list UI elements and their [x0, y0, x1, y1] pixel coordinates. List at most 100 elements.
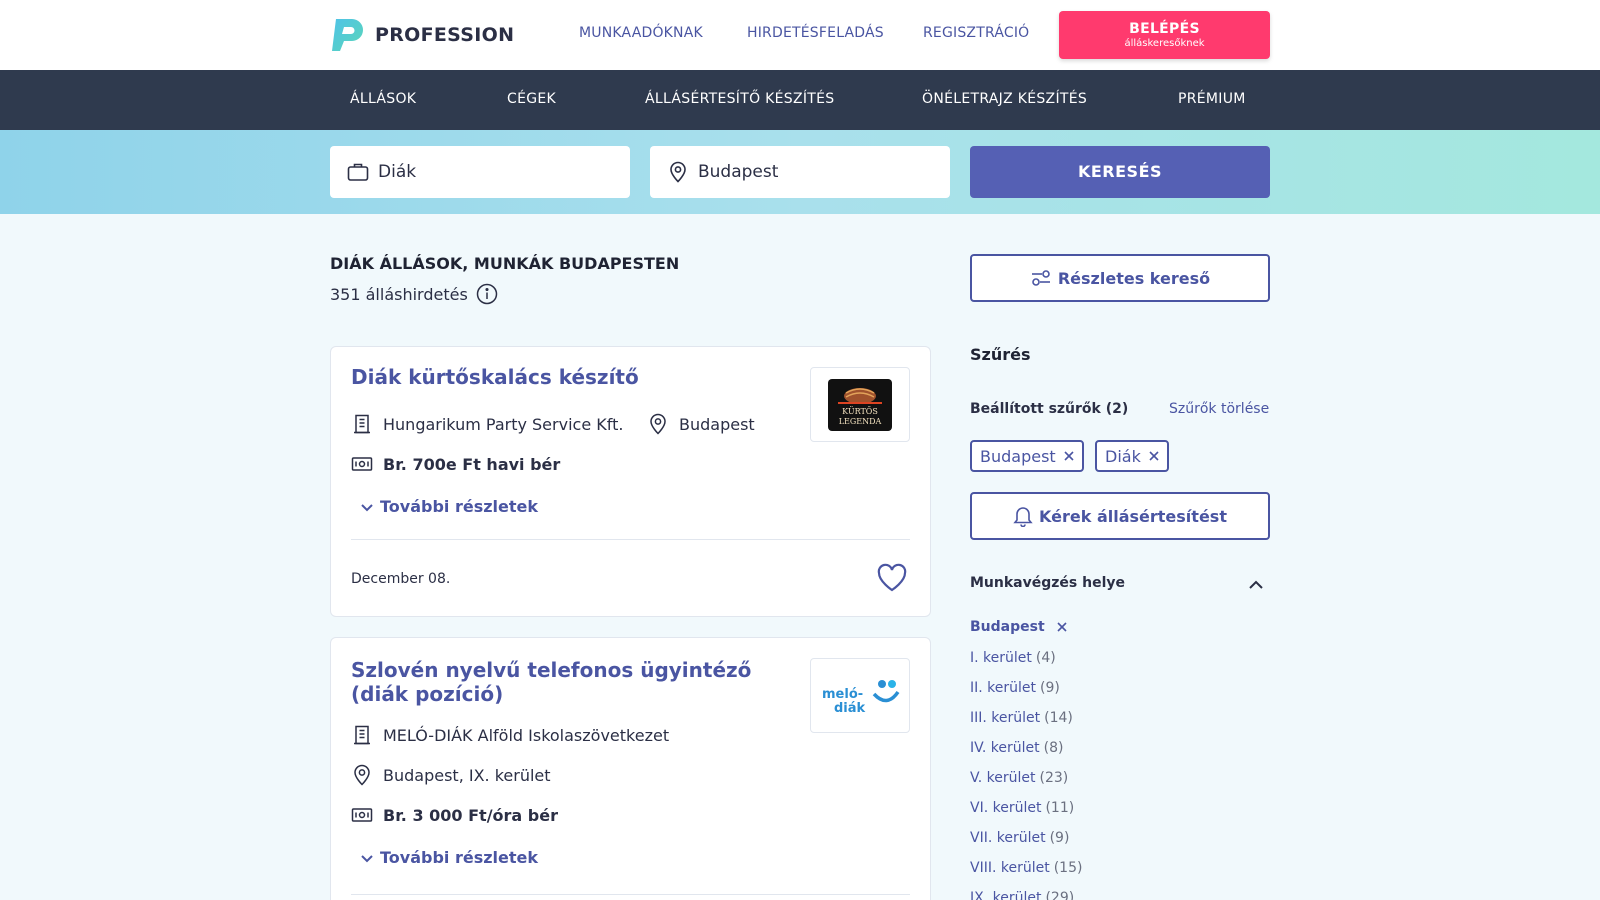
- close-icon[interactable]: [1149, 451, 1159, 461]
- card-divider: [351, 894, 910, 895]
- chip-label: Budapest: [980, 446, 1056, 466]
- detailed-search-label: Részletes kereső: [1057, 268, 1211, 288]
- login-button-sublabel: álláskeresőknek: [1124, 38, 1205, 49]
- district-name: III. kerület: [970, 710, 1041, 726]
- job-date: December 08.: [351, 571, 451, 587]
- nav-companies[interactable]: CÉGEK: [507, 91, 556, 107]
- close-icon[interactable]: [1057, 622, 1067, 632]
- money-icon: [351, 457, 373, 471]
- selected-location-label: Budapest: [970, 619, 1045, 635]
- location-row: Budapest: [647, 413, 755, 435]
- job-card[interactable]: Diák kürtőskalács készítő KÜRTŐS LEGENDA…: [330, 346, 931, 617]
- filter-title: Szűrés: [970, 345, 1031, 364]
- job-title[interactable]: Diák kürtőskalács készítő: [351, 365, 791, 389]
- district-count: (4): [1035, 650, 1056, 666]
- logo-text-top: KÜRTŐS: [842, 407, 878, 416]
- district-item[interactable]: VI. kerület (11): [970, 798, 1082, 828]
- district-count: (9): [1049, 830, 1070, 846]
- logo-text-bottom: LEGENDA: [839, 417, 882, 426]
- district-item[interactable]: IV. kerület (8): [970, 738, 1082, 768]
- more-details-link[interactable]: További részletek: [359, 497, 538, 516]
- chevron-down-icon: [361, 854, 373, 862]
- bell-icon: [1013, 507, 1033, 527]
- top-header: PROFESSION MUNKAADÓKNAK HIRDETÉSFELADÁS …: [0, 0, 1600, 70]
- filter-chip-budapest[interactable]: Budapest: [970, 440, 1084, 472]
- district-item[interactable]: IX. kerület (29): [970, 888, 1082, 900]
- company-row: Hungarikum Party Service Kft.: [351, 413, 623, 435]
- logo-text-top: meló-: [822, 687, 863, 702]
- nav-post-ad[interactable]: HIRDETÉSFELADÁS: [747, 25, 884, 41]
- filter-chip-diak[interactable]: Diák: [1095, 440, 1169, 472]
- district-count: (8): [1043, 740, 1064, 756]
- company-name[interactable]: MELÓ-DIÁK Alföld Iskolaszövetkezet: [383, 726, 669, 745]
- district-item[interactable]: VIII. kerület (15): [970, 858, 1082, 888]
- location-input[interactable]: Budapest: [650, 146, 950, 198]
- district-count: (14): [1044, 710, 1073, 726]
- heart-icon[interactable]: [876, 563, 908, 593]
- login-button[interactable]: BELÉPÉS álláskeresőknek: [1059, 11, 1270, 59]
- district-name: I. kerület: [970, 650, 1032, 666]
- keyword-value: Diák: [378, 162, 417, 182]
- nav-jobs[interactable]: ÁLLÁSOK: [350, 91, 416, 107]
- company-logo[interactable]: KÜRTŐS LEGENDA: [810, 367, 910, 442]
- more-details-label: További részletek: [380, 497, 539, 516]
- district-item[interactable]: VII. kerület (9): [970, 828, 1082, 858]
- nav-register[interactable]: REGISZTRÁCIÓ: [923, 25, 1029, 41]
- card-divider: [351, 539, 910, 540]
- location-pin-icon: [354, 764, 370, 786]
- district-list: I. kerület (4) II. kerület (9) III. kerüle…: [970, 648, 1082, 900]
- filter-sliders-icon: [1031, 270, 1050, 286]
- company-name[interactable]: Hungarikum Party Service Kft.: [383, 415, 623, 434]
- job-card[interactable]: Szlovén nyelvű telefonos ügyintéző (diák…: [330, 637, 931, 900]
- job-alert-button[interactable]: Kérek állásértesítést: [970, 492, 1270, 540]
- job-location: Budapest, IX. kerület: [383, 765, 551, 785]
- location-section-title[interactable]: Munkavégzés helye: [970, 575, 1125, 591]
- job-location: Budapest: [679, 414, 755, 434]
- logo-text-bottom: diák: [834, 701, 866, 716]
- nav-employers[interactable]: MUNKAADÓKNAK: [579, 25, 703, 41]
- district-item[interactable]: II. kerület (9): [970, 678, 1082, 708]
- detailed-search-button[interactable]: Részletes kereső: [970, 254, 1270, 302]
- district-name: VI. kerület: [970, 800, 1042, 816]
- briefcase-icon: [347, 163, 369, 181]
- nav-job-alert[interactable]: ÁLLÁSÉRTESÍTŐ KÉSZÍTÉS: [645, 91, 834, 107]
- results-count: 351 álláshirdetés: [330, 283, 498, 305]
- salary-row: Br. 3 000 Ft/óra bér: [351, 804, 558, 826]
- brand-logo[interactable]: PROFESSION: [330, 17, 514, 53]
- district-name: II. kerület: [970, 680, 1037, 696]
- nav-cv-builder[interactable]: ÖNÉLETRAJZ KÉSZÍTÉS: [922, 91, 1087, 107]
- money-icon: [351, 808, 373, 822]
- selected-location[interactable]: Budapest: [970, 619, 1067, 635]
- login-button-label: BELÉPÉS: [1129, 21, 1200, 37]
- main-navigation: ÁLLÁSOK CÉGEK ÁLLÁSÉRTESÍTŐ KÉSZÍTÉS ÖNÉ…: [0, 70, 1600, 130]
- close-icon[interactable]: [1064, 451, 1074, 461]
- more-details-link[interactable]: További részletek: [359, 848, 538, 867]
- job-salary: Br. 3 000 Ft/óra bér: [383, 805, 558, 825]
- kurtos-legenda-logo-icon: KÜRTŐS LEGENDA: [828, 378, 892, 431]
- district-name: VIII. kerület: [970, 860, 1050, 876]
- district-item[interactable]: I. kerület (4): [970, 648, 1082, 678]
- company-logo[interactable]: meló- diák: [810, 658, 910, 733]
- job-salary: Br. 700e Ft havi bér: [383, 454, 561, 474]
- district-name: IV. kerület: [970, 740, 1040, 756]
- district-count: (23): [1039, 770, 1069, 786]
- job-title[interactable]: Szlovén nyelvű telefonos ügyintéző (diák…: [351, 658, 791, 706]
- job-alert-label: Kérek állásértesítést: [1039, 506, 1227, 526]
- chevron-up-icon[interactable]: [1248, 578, 1264, 592]
- salary-row: Br. 700e Ft havi bér: [351, 453, 560, 475]
- search-button[interactable]: KERESÉS: [970, 146, 1270, 198]
- district-item[interactable]: V. kerület (23): [970, 768, 1082, 798]
- district-item[interactable]: III. kerület (14): [970, 708, 1082, 738]
- location-row: Budapest, IX. kerület: [351, 764, 551, 786]
- district-name: VII. kerület: [970, 830, 1046, 846]
- keyword-input[interactable]: Diák: [330, 146, 630, 198]
- info-icon[interactable]: [476, 283, 498, 305]
- melo-diak-logo-icon: meló- diák: [822, 679, 900, 716]
- district-name: V. kerület: [970, 770, 1036, 786]
- nav-premium[interactable]: PRÉMIUM: [1178, 91, 1246, 107]
- clear-filters-link[interactable]: Szűrők törlése: [1169, 401, 1269, 417]
- location-value: Budapest: [698, 162, 779, 182]
- location-pin-icon: [650, 413, 666, 435]
- building-icon: [354, 414, 370, 434]
- set-filters-label: Beállított szűrők (2): [970, 401, 1129, 417]
